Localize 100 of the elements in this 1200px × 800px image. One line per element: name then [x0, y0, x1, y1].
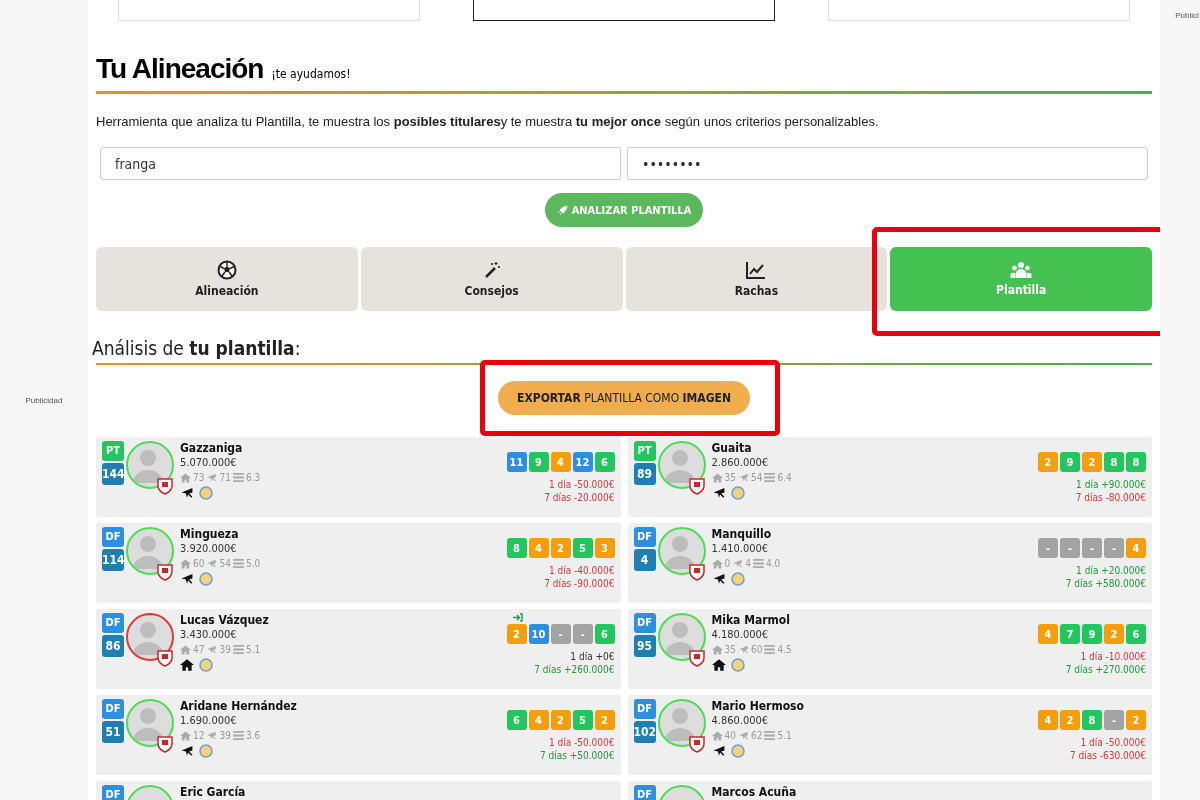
score-badge: 8: [1082, 710, 1102, 730]
section-title: Análisis de tu plantilla:: [92, 337, 302, 359]
score-badge: 2: [550, 710, 571, 730]
player-price: 3.430.000€: [180, 628, 238, 641]
average-points: 6.4: [777, 472, 792, 483]
player-price: 1.410.000€: [711, 542, 770, 555]
position-badge: DF: [633, 785, 656, 800]
player-card[interactable]: DF 51 Aridane Hernández 1.690.000€ 12 39 3.6 6 4 2 5 2 1 día -50.000€ 7 días +50.000€: [96, 695, 621, 775]
player-name: Guaita: [711, 441, 753, 455]
player-card[interactable]: DF Eric García: [96, 781, 621, 800]
team-crest-icon: [687, 735, 706, 753]
position-badge: DF: [633, 613, 656, 633]
home-icon: [180, 644, 191, 655]
score-badge: 9: [1060, 452, 1080, 472]
score-badge: 5: [572, 710, 593, 730]
average-points: 3.6: [245, 730, 261, 741]
player-name: Lucas Vázquez: [180, 613, 270, 627]
soccer-ball-icon: [216, 260, 237, 280]
tab[interactable]: Consejos: [360, 247, 623, 311]
home-points: 35: [724, 472, 736, 483]
plane-icon: [206, 644, 218, 655]
team-crest-icon: [687, 649, 706, 667]
score-badge: -: [1104, 710, 1124, 730]
score-badge: -: [550, 624, 571, 644]
tab[interactable]: Alineación: [96, 247, 358, 311]
score-badge: 4: [528, 538, 549, 558]
username-field[interactable]: franga: [100, 147, 621, 180]
list-icon: [764, 473, 776, 482]
home-icon: [180, 472, 191, 483]
player-card[interactable]: DF 86 Lucas Vázquez 3.430.000€ 47 39 5.1 2 10 - - 6 1 día +0€ 7 días +260.000€: [96, 609, 621, 689]
score-badge: 4: [528, 710, 549, 730]
away-points: 39: [219, 730, 231, 741]
points-badge: 86: [102, 635, 124, 657]
points-badge: 95: [633, 635, 656, 657]
player-name: Manquillo: [711, 527, 773, 541]
list-icon: [232, 559, 244, 568]
ad-banner[interactable]: [473, 0, 775, 21]
score-badge: 8: [1104, 452, 1124, 472]
tab[interactable]: Rachas: [625, 247, 888, 311]
away-points: 54: [750, 472, 763, 483]
price-change: 7 días +260.000€: [534, 663, 615, 676]
score-badge: 8: [506, 538, 527, 558]
average-points: 5.0: [245, 558, 261, 569]
score-badge: 8: [1126, 452, 1146, 472]
points-badge: 51: [102, 721, 124, 743]
opponent-crest-icon: [730, 486, 745, 500]
password-field[interactable]: ••••••••: [627, 147, 1148, 180]
group-icon: [1010, 261, 1033, 279]
price-change: 1 día +20.000€: [1076, 564, 1146, 577]
player-card[interactable]: DF 102 Mario Hermoso 4.860.000€ 40 62 5.1 4 2 8 - 2 1 día -50.000€ 7 días -630.000€: [627, 695, 1152, 775]
score-badge: 4: [1126, 538, 1146, 558]
price-change: 7 días +580.000€: [1065, 577, 1146, 590]
player-card[interactable]: PT 89 Guaita 2.860.000€ 35 54 6.4 2 9 2 8 8 1 día +90.000€ 7 días -80.000€: [627, 437, 1152, 517]
score-badge: 9: [1082, 624, 1102, 644]
player-price: 1.690.000€: [180, 714, 238, 727]
home-points: 0: [724, 558, 731, 569]
price-change: 7 días -20.000€: [544, 491, 615, 504]
score-badge: 2: [506, 624, 527, 644]
player-name: Mika Marmol: [711, 613, 791, 627]
plane-icon: [206, 730, 218, 741]
player-card[interactable]: DF 95 Mika Marmol 4.180.000€ 35 60 4.5 4 7 9 2 6 1 día -10.000€ 7 días +270.000€: [627, 609, 1152, 689]
player-price: 4.180.000€: [711, 628, 770, 641]
team-crest-icon: [156, 649, 174, 667]
score-badge: -: [1038, 538, 1058, 558]
score-badge: 6: [594, 452, 615, 472]
export-button[interactable]: EXPORTAR PLANTILLA COMO IMAGEN: [498, 381, 750, 415]
average-points: 4.0: [765, 558, 781, 569]
score-badge: 11: [506, 452, 527, 472]
price-change: 1 día -50.000€: [548, 478, 615, 491]
player-card[interactable]: DF 4 Manquillo 1.410.000€ 0 4 4.0 - - - - 4 1 día +20.000€ 7 días +580.000€: [627, 523, 1152, 603]
score-badge: 10: [528, 624, 549, 644]
score-badge: 9: [528, 452, 549, 472]
position-badge: DF: [633, 699, 656, 719]
score-badge: 2: [1082, 452, 1102, 472]
plane-icon: [732, 558, 744, 569]
player-card[interactable]: DF 114 Mingueza 3.920.000€ 60 54 5.0 8 4 2 5 3 1 día -40.000€ 7 días -90.000€: [96, 523, 621, 603]
score-badge: 7: [1060, 624, 1080, 644]
score-badge: 12: [572, 452, 593, 472]
score-badge: 4: [1038, 710, 1058, 730]
opponent-crest-icon: [199, 658, 213, 672]
player-card[interactable]: DF Marcos Acuña: [627, 781, 1152, 800]
player-name: Marcos Acuña: [711, 785, 798, 799]
price-change: 7 días -630.000€: [1070, 749, 1146, 762]
home-points: 12: [193, 730, 205, 741]
list-icon: [752, 559, 764, 568]
plane-icon: [206, 472, 218, 483]
list-icon: [232, 473, 244, 482]
score-badge: 2: [1104, 624, 1124, 644]
opponent-crest-icon: [199, 572, 213, 586]
player-card[interactable]: PT 144 Gazzaniga 5.070.000€ 73 71 6.3 11 9 4 12 6 1 día -50.000€ 7 días -20.000€: [96, 437, 621, 517]
average-points: 6.3: [245, 472, 261, 483]
position-badge: DF: [633, 527, 656, 547]
list-icon: [232, 731, 244, 740]
player-price: 2.860.000€: [711, 456, 770, 469]
position-badge: DF: [102, 699, 124, 719]
home-points: 73: [193, 472, 205, 483]
price-change: 1 día +90.000€: [1076, 478, 1146, 491]
points-badge: 102: [633, 721, 656, 743]
away-points: 39: [219, 644, 231, 655]
score-badge: 2: [594, 710, 615, 730]
